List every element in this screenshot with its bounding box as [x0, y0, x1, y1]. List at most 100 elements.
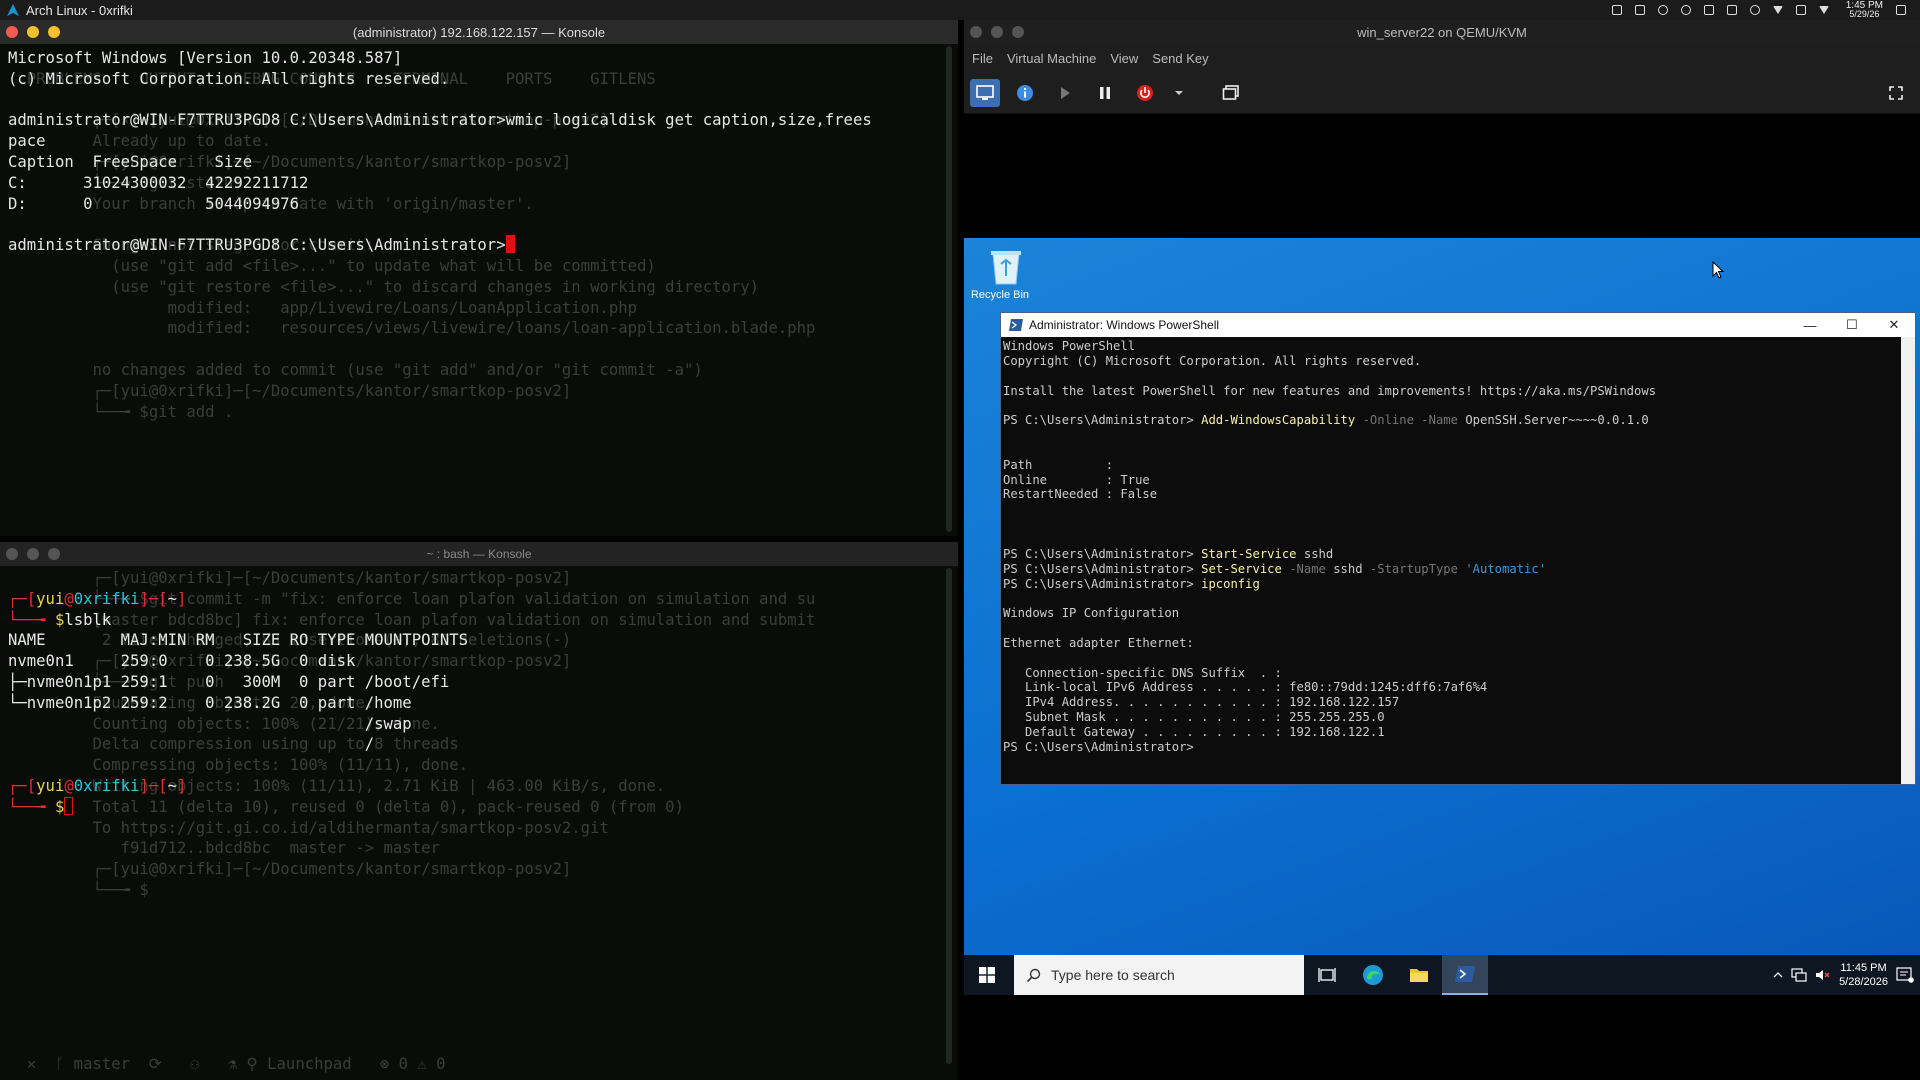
updates-icon[interactable]	[1634, 5, 1645, 15]
arch-linux-icon[interactable]	[6, 3, 20, 17]
pause-button[interactable]	[1090, 79, 1120, 107]
minimize-button[interactable]	[991, 26, 1003, 38]
lsblk-output: NAME MAJ:MIN RM SIZE RO TYPE MOUNTPOINTS…	[8, 631, 469, 754]
snapshot-icon	[1222, 84, 1239, 100]
pause-icon	[1100, 86, 1110, 99]
terminal-scrollbar[interactable]	[946, 568, 952, 1064]
window-title: win_server22 on QEMU/KVM	[1357, 24, 1527, 40]
terminal-output: Microsoft Windows [Version 10.0.20348.58…	[8, 49, 872, 213]
powershell-icon	[1455, 966, 1475, 982]
windows-system-tray: 11:45 PM 5/28/2026	[1773, 955, 1920, 995]
prompt-user: yui	[36, 776, 65, 795]
bluetooth-2-icon[interactable]	[1726, 5, 1737, 15]
ps-maximize-button[interactable]: ☐	[1831, 313, 1873, 337]
maximize-button[interactable]	[1012, 26, 1024, 38]
prompt-host: 0xrifki	[73, 589, 140, 608]
ps-close-button[interactable]: ✕	[1873, 313, 1915, 337]
tray-expand-icon[interactable]	[1818, 6, 1829, 14]
shutdown-menu-button[interactable]	[1170, 79, 1188, 107]
powershell-console[interactable]: Windows PowerShell Copyright (C) Microso…	[1001, 337, 1901, 784]
wifi-icon[interactable]	[1772, 6, 1783, 14]
panel-clock[interactable]: 1:45 PM 5/29/26	[1846, 1, 1883, 19]
monitor-icon	[976, 84, 994, 100]
show-console-button[interactable]	[970, 78, 1000, 107]
konsole1-titlebar[interactable]: (administrator) 192.168.122.157 — Konsol…	[0, 20, 958, 44]
recycle-bin-shortcut[interactable]: Recycle Bin	[970, 246, 1030, 301]
terminal-cursor	[505, 235, 515, 253]
play-icon	[1061, 86, 1070, 99]
konsole-window-bash[interactable]: ~ : bash — Konsole ┌─[yui@0xrifki]─[~/Do…	[0, 542, 958, 1080]
virt-manager-window[interactable]: win_server22 on QEMU/KVM File Virtual Ma…	[964, 20, 1920, 1080]
menu-file[interactable]: File	[972, 51, 993, 66]
start-button[interactable]	[964, 955, 1010, 995]
prompt-dir: ~	[167, 776, 178, 795]
task-view-button[interactable]	[1304, 955, 1350, 995]
recycle-bin-label: Recycle Bin	[970, 289, 1030, 301]
powershell-output: Windows PowerShell Copyright (C) Microso…	[1003, 339, 1657, 754]
search-placeholder: Type here to search	[1051, 967, 1175, 983]
run-button[interactable]	[1050, 79, 1080, 107]
clipboard-icon[interactable]	[1611, 5, 1622, 15]
show-details-button[interactable]	[1010, 79, 1040, 107]
window-title: (administrator) 192.168.122.157 — Konsol…	[352, 24, 606, 40]
ghost-status-bar: ✕ ᚴ master ⟳ ⚇ ⚗ ⚲ Launchpad ⊗ 0 ⚠ 0	[8, 1055, 446, 1073]
system-tray: 1:45 PM 5/29/26	[1611, 0, 1920, 20]
menu-view[interactable]: View	[1110, 51, 1138, 66]
minimize-button[interactable]	[27, 548, 39, 560]
windows-time: 11:45 PM	[1840, 962, 1887, 974]
menu-send-key[interactable]: Send Key	[1152, 51, 1208, 66]
konsole2-titlebar[interactable]: ~ : bash — Konsole	[0, 542, 958, 566]
close-button[interactable]	[970, 26, 982, 38]
minimize-button[interactable]	[27, 26, 39, 38]
folder-icon	[1410, 969, 1428, 982]
notifications-icon[interactable]	[1896, 5, 1906, 15]
info-icon	[1017, 84, 1033, 101]
ps-minimize-button[interactable]: —	[1789, 313, 1831, 337]
prompt-dir: ~	[167, 589, 178, 608]
maximize-button[interactable]	[48, 26, 60, 38]
fullscreen-icon	[1889, 86, 1903, 100]
fullscreen-button[interactable]	[1882, 80, 1910, 106]
close-button[interactable]	[6, 548, 18, 560]
taskbar-search-box[interactable]: Type here to search	[1014, 955, 1304, 995]
konsole-window-ssh[interactable]: (administrator) 192.168.122.157 — Konsol…	[0, 20, 958, 536]
file-explorer-taskbar-button[interactable]	[1396, 955, 1442, 995]
recycle-bin-icon	[990, 251, 1021, 285]
notification-center-icon[interactable]	[1896, 967, 1914, 983]
prompt-host: 0xrifki	[73, 776, 140, 795]
terminal-body[interactable]: ┌─[yui@0xrifki]─[~/Documents/kantor/smar…	[0, 566, 958, 1080]
vm-titlebar[interactable]: win_server22 on QEMU/KVM	[964, 20, 1920, 44]
bluetooth-icon[interactable]	[1703, 5, 1714, 15]
terminal-prompt-line[interactable]: administrator@WIN-F7TTRU3PGD8 C:\Users\A…	[8, 235, 515, 256]
maximize-button[interactable]	[48, 548, 60, 560]
network-icon[interactable]	[1791, 968, 1807, 982]
windows-clock[interactable]: 11:45 PM 5/28/2026	[1839, 961, 1888, 989]
vm-toolbar	[964, 72, 1920, 114]
command-text: lsblk	[64, 610, 112, 629]
terminal-body[interactable]: PROBLEMS OUTPUT DEBUG CONSOLE TERMINAL P…	[0, 44, 958, 536]
shutdown-button[interactable]	[1130, 79, 1160, 107]
powershell-window[interactable]: Administrator: Windows PowerShell — ☐ ✕ …	[1000, 312, 1916, 785]
windows-date: 5/28/2026	[1839, 976, 1888, 988]
guest-desktop[interactable]: Recycle Bin Administrator: Windows Power…	[964, 238, 1920, 973]
menu-virtual-machine[interactable]: Virtual Machine	[1007, 51, 1096, 66]
chevron-up-icon[interactable]	[1773, 971, 1783, 979]
powershell-titlebar[interactable]: Administrator: Windows PowerShell — ☐ ✕	[1001, 313, 1915, 337]
volume-muted-icon[interactable]	[1815, 968, 1831, 982]
close-button[interactable]	[6, 26, 18, 38]
snapshots-button[interactable]	[1216, 79, 1246, 107]
powershell-scrollbar[interactable]	[1901, 337, 1915, 784]
windows-logo-icon	[979, 967, 995, 983]
settings-icon[interactable]	[1749, 5, 1760, 15]
battery-icon[interactable]	[1795, 5, 1806, 15]
clock-date: 5/29/26	[1849, 9, 1880, 19]
edge-taskbar-button[interactable]	[1350, 955, 1396, 995]
prompt-user: yui	[36, 589, 65, 608]
vm-menubar: File Virtual Machine View Send Key	[964, 44, 1920, 72]
terminal-scrollbar[interactable]	[946, 46, 952, 532]
powershell-taskbar-button[interactable]	[1442, 955, 1488, 995]
bash-session: ┌─[yui@0xrifki]─[~] └──╼ $lsblk NAME MAJ…	[8, 589, 469, 816]
volume-icon[interactable]	[1680, 5, 1691, 15]
task-view-icon	[1318, 968, 1336, 982]
network-icon[interactable]	[1657, 5, 1668, 15]
